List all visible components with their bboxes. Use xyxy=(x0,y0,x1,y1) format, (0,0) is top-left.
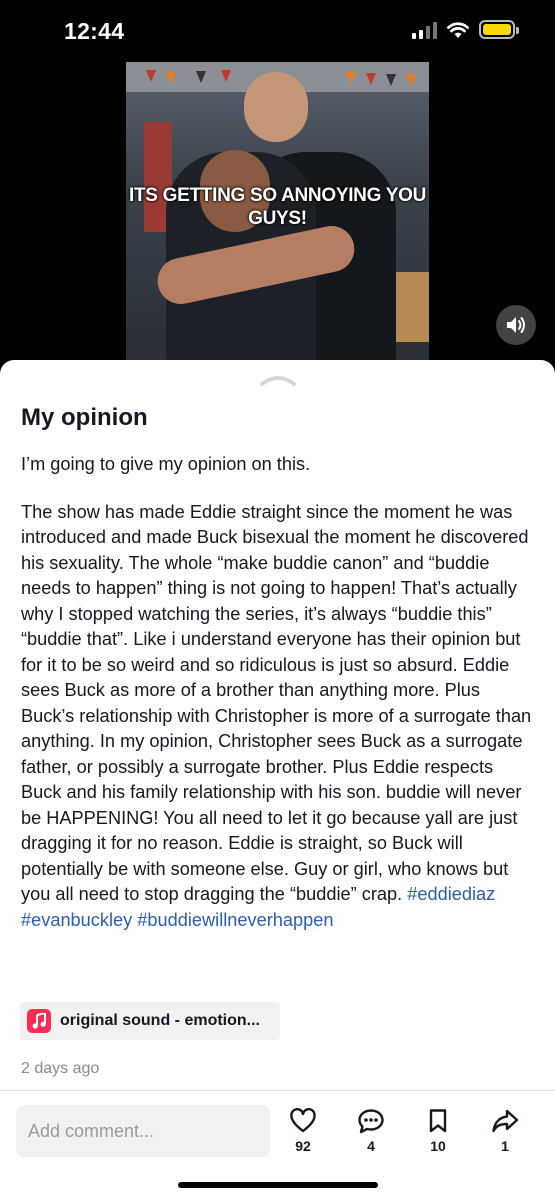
cellular-signal-icon xyxy=(412,21,437,39)
wifi-icon xyxy=(447,21,469,38)
heart-icon xyxy=(290,1108,316,1133)
hashtag-buddiewillneverhappen[interactable]: #buddiewillneverhappen xyxy=(137,910,333,930)
like-count: 92 xyxy=(295,1138,311,1154)
status-time: 12:44 xyxy=(64,18,125,44)
music-note-icon xyxy=(27,1009,51,1033)
divider xyxy=(0,1090,555,1091)
comment-bubble-icon xyxy=(358,1109,384,1134)
like-button[interactable]: 92 xyxy=(278,1108,328,1154)
sound-label: original sound - emotion... xyxy=(60,1012,260,1029)
post-title: My opinion xyxy=(21,404,148,431)
volume-button[interactable] xyxy=(496,305,536,345)
bookmark-icon xyxy=(429,1109,447,1133)
post-timestamp: 2 days ago xyxy=(21,1060,100,1077)
share-arrow-icon xyxy=(492,1109,519,1133)
sound-chip[interactable]: original sound - emotion... xyxy=(20,1002,280,1040)
comment-input[interactable] xyxy=(16,1105,270,1157)
share-button[interactable]: 1 xyxy=(480,1108,530,1154)
comment-box[interactable] xyxy=(16,1105,270,1157)
battery-icon xyxy=(479,20,519,39)
speaker-volume-icon xyxy=(507,317,525,333)
comment-button[interactable]: 4 xyxy=(346,1108,396,1154)
post-text-body: The show has made Eddie straight since t… xyxy=(21,501,532,905)
save-count: 10 xyxy=(430,1138,446,1154)
share-count: 1 xyxy=(501,1138,509,1154)
post-text: The show has made Eddie straight since t… xyxy=(21,500,537,934)
post-sheet: My opinion I’m going to give my opinion … xyxy=(0,360,555,1200)
video-player[interactable]: ITS GETTING SO ANNOYING YOU GUYS! xyxy=(126,62,429,360)
sheet-handle-icon[interactable] xyxy=(259,374,297,386)
hashtag-eddiediaz[interactable]: #eddiediaz xyxy=(407,884,495,904)
post-body: I’m going to give my opinion on this. Th… xyxy=(21,452,537,955)
comment-count: 4 xyxy=(367,1138,375,1154)
save-button[interactable]: 10 xyxy=(413,1108,463,1154)
status-icons xyxy=(412,20,519,39)
video-caption: ITS GETTING SO ANNOYING YOU GUYS! xyxy=(129,185,426,229)
post-intro: I’m going to give my opinion on this. xyxy=(21,454,311,474)
status-bar: 12:44 xyxy=(0,0,555,64)
home-indicator xyxy=(178,1182,378,1188)
hashtag-evanbuckley[interactable]: #evanbuckley xyxy=(21,910,132,930)
